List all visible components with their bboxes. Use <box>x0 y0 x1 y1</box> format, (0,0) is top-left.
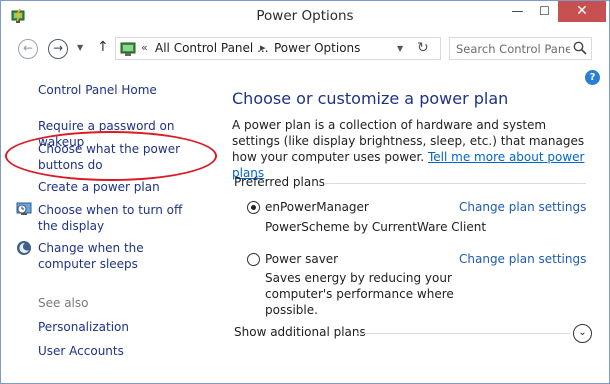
choose-power-buttons-link[interactable]: Choose what the power buttons do <box>38 141 188 173</box>
user-accounts-link[interactable]: User Accounts <box>38 343 213 359</box>
minimize-button[interactable]: — <box>504 1 531 22</box>
main-content: Choose or customize a power plan A power… <box>216 65 609 383</box>
address-box[interactable]: « All Control Panel ... ▸ Power Options … <box>115 37 441 60</box>
search-input[interactable] <box>456 41 570 57</box>
back-button[interactable]: ← <box>18 39 38 59</box>
up-button[interactable]: ↑ <box>97 39 109 55</box>
back-arrow-icon: ← <box>22 41 34 55</box>
page-title: Choose or customize a power plan <box>232 89 509 108</box>
expand-chevron-icon[interactable]: ⌄ <box>573 324 592 343</box>
title-bar: Power Options — ☐ ✕ <box>1 1 609 31</box>
maximize-button[interactable]: ☐ <box>531 1 558 22</box>
address-dropdown-button[interactable]: ▼ <box>397 44 403 53</box>
change-plan-settings-link[interactable]: Change plan settings <box>459 200 586 214</box>
breadcrumb-power-options[interactable]: Power Options <box>274 41 360 55</box>
additional-plans-divider <box>357 333 570 334</box>
refresh-icon[interactable]: ↻ <box>417 40 429 56</box>
display-clock-icon <box>16 202 32 215</box>
show-additional-plans-label[interactable]: Show additional plans <box>234 325 366 339</box>
see-also-label: See also <box>38 296 89 310</box>
breadcrumb-all-control-panel[interactable]: All Control Panel ... <box>155 41 269 55</box>
plan-description: Saves energy by reducing your computer's… <box>265 271 454 317</box>
create-power-plan-link[interactable]: Create a power plan <box>38 179 213 195</box>
plan-radio-enpowermanager[interactable] <box>247 201 260 214</box>
plan-name[interactable]: enPowerManager <box>265 200 369 214</box>
search-box[interactable] <box>449 37 592 60</box>
turn-off-display-link[interactable]: Choose when to turn off the display <box>38 202 198 234</box>
control-panel-home-link[interactable]: Control Panel Home <box>38 82 213 98</box>
task-pane: Control Panel Home Require a password on… <box>1 65 217 383</box>
personalization-link[interactable]: Personalization <box>38 319 213 335</box>
navigation-bar: ← → ▼ ↑ « All Control Panel ... ▸ Power … <box>1 33 609 65</box>
breadcrumb-arrow[interactable]: ▸ <box>260 41 266 54</box>
computer-sleeps-link[interactable]: Change when the computer sleeps <box>38 240 198 272</box>
control-panel-icon <box>120 42 136 56</box>
change-plan-settings-link[interactable]: Change plan settings <box>459 252 586 266</box>
power-options-window: Power Options — ☐ ✕ ← → ▼ ↑ « All Contro… <box>0 0 610 384</box>
preferred-plans-divider <box>324 183 586 184</box>
forward-arrow-icon: → <box>52 41 64 55</box>
preferred-plans-label: Preferred plans <box>234 175 326 189</box>
sleep-moon-icon <box>17 241 31 255</box>
breadcrumb-overflow[interactable]: « <box>141 41 148 54</box>
plan-radio-power-saver[interactable] <box>247 253 260 266</box>
forward-button[interactable]: → <box>48 39 68 59</box>
recent-locations-button[interactable]: ▼ <box>77 43 83 52</box>
plan-description: PowerScheme by CurrentWare Client <box>265 220 487 234</box>
close-button[interactable]: ✕ <box>558 1 606 22</box>
page-description: A power plan is a collection of hardware… <box>232 117 592 181</box>
plan-name[interactable]: Power saver <box>265 252 338 266</box>
search-icon[interactable] <box>572 40 588 56</box>
